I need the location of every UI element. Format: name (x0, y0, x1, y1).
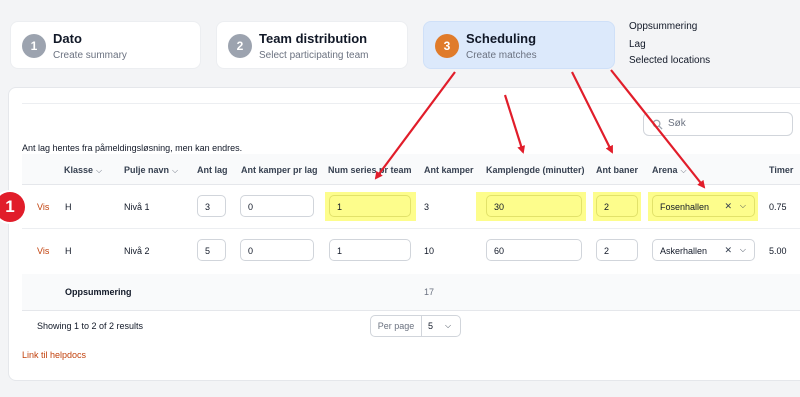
side-link-lag[interactable]: Lag (629, 39, 646, 50)
side-link-selected-locations[interactable]: Selected locations (629, 55, 710, 66)
step-dato[interactable]: 1 Dato Create summary (10, 21, 201, 69)
cell-klasse: H (65, 246, 72, 256)
chevron-down-icon: ⌵ (96, 166, 103, 175)
step-team-distribution[interactable]: 2 Team distribution Select participating… (216, 21, 408, 69)
step-number: 1 (22, 34, 46, 58)
vis-link[interactable]: Vis (37, 202, 49, 212)
cell-timer: 5.00 (769, 246, 787, 256)
info-note: Ant lag hentes fra påmeldingsløsning, me… (22, 143, 243, 153)
col-timer: Timer (769, 165, 794, 175)
summary-label: Oppsummering (65, 287, 132, 297)
chevron-down-icon[interactable]: ⌵ (740, 201, 746, 211)
ant-kamper-pr-lag-input[interactable]: 0 (240, 239, 314, 261)
kamplengde-input[interactable]: 60 (486, 239, 582, 261)
ant-baner-input[interactable]: 2 (596, 195, 638, 217)
ant-baner-input[interactable]: 2 (596, 239, 638, 261)
step-scheduling[interactable]: 3 Scheduling Create matches (423, 21, 615, 69)
col-ant-baner: Ant baner (596, 165, 639, 175)
col-arena[interactable]: Arena ⌵ (652, 165, 687, 176)
per-page-select[interactable]: Per page 5 ⌵ (370, 315, 461, 337)
summary-row (22, 274, 800, 311)
arena-select[interactable]: Fosenhallen ✕ ⌵ (652, 195, 755, 217)
ant-kamper-pr-lag-input[interactable]: 0 (240, 195, 314, 217)
kamplengde-input[interactable]: 30 (486, 195, 582, 217)
search-icon (652, 119, 663, 130)
step-title: Team distribution (259, 31, 368, 46)
search-input[interactable]: Søk (643, 112, 793, 136)
cell-ant-kamper: 10 (424, 246, 435, 256)
step-subtitle: Create summary (53, 50, 127, 61)
pagination-summary: Showing 1 to 2 of 2 results (37, 321, 144, 331)
arena-select[interactable]: Askerhallen ✕ ⌵ (652, 239, 755, 261)
num-series-input[interactable]: 1 (329, 195, 411, 217)
arena-value: Askerhallen (660, 246, 708, 256)
num-series-input[interactable]: 1 (329, 239, 411, 261)
chevron-down-icon: ⌵ (680, 166, 687, 175)
per-page-label: Per page (371, 316, 422, 336)
vis-link[interactable]: Vis (37, 246, 49, 256)
step-subtitle: Create matches (466, 50, 537, 61)
col-pulje-navn[interactable]: Pulje navn ⌵ (124, 165, 178, 176)
cell-pulje: Nivå 2 (124, 246, 150, 256)
col-kamplengde: Kamplengde (minutter) (486, 165, 585, 175)
step-title: Dato (53, 31, 82, 46)
divider (22, 103, 800, 104)
cell-timer: 0.75 (769, 202, 787, 212)
cell-klasse: H (65, 202, 72, 212)
col-ant-lag: Ant lag (197, 165, 228, 175)
summary-total: 17 (424, 287, 435, 297)
cell-ant-kamper: 3 (424, 202, 430, 212)
step-subtitle: Select participating team (259, 50, 369, 61)
chevron-down-icon[interactable]: ⌵ (740, 245, 746, 255)
col-ant-kamper-pr-lag: Ant kamper pr lag (241, 165, 318, 175)
col-ant-kamper: Ant kamper (424, 165, 474, 175)
table-row (22, 228, 800, 229)
arena-value: Fosenhallen (660, 202, 710, 212)
per-page-value: 5 (428, 321, 434, 331)
step-number: 2 (228, 34, 252, 58)
side-link-oppsummering[interactable]: Oppsummering (629, 21, 697, 32)
clear-icon[interactable]: ✕ (724, 201, 732, 212)
step-number: 3 (435, 34, 459, 58)
col-klasse[interactable]: Klasse ⌵ (64, 165, 102, 176)
page-background (0, 388, 800, 397)
helpdocs-link[interactable]: Link til helpdocs (22, 350, 86, 360)
chevron-down-icon: ⌵ (172, 166, 179, 175)
chevron-down-icon: ⌵ (445, 321, 452, 330)
clear-icon[interactable]: ✕ (724, 245, 732, 256)
cell-pulje: Nivå 1 (124, 202, 150, 212)
search-placeholder: Søk (668, 118, 686, 129)
step-title: Scheduling (466, 31, 537, 46)
ant-lag-input[interactable]: 3 (197, 195, 226, 217)
col-num-series: Num series pr team (328, 165, 412, 175)
ant-lag-input[interactable]: 5 (197, 239, 226, 261)
